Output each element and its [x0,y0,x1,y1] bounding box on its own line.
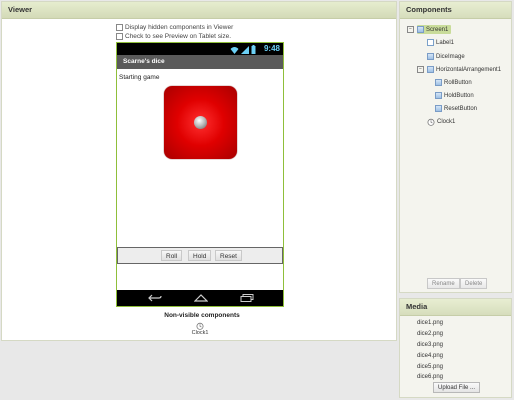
tree-label: DiceImage [436,53,465,60]
arrangement-icon [427,66,434,73]
tablet-preview-label: Check to see Preview on Tablet size. [125,33,232,40]
status-bar: 9:48 [117,43,283,55]
media-file[interactable]: dice5.png [417,364,443,370]
status-icons [230,45,256,54]
button-icon [435,92,442,99]
signal-icon [241,46,249,54]
media-file[interactable]: dice6.png [417,374,443,380]
tree-label: Screen1 [426,26,449,33]
tree-item-diceimage[interactable]: DiceImage [427,53,465,60]
tree-label: Clock1 [437,119,456,125]
dice-pip [194,116,207,129]
viewer-header: Viewer [2,2,396,19]
media-file[interactable]: dice3.png [417,342,443,348]
collapse-toggle-icon[interactable]: − [407,26,414,33]
tablet-preview-option[interactable]: Check to see Preview on Tablet size. [116,33,231,40]
tree-item-clock1[interactable]: Clock1 [427,118,455,126]
media-file[interactable]: dice1.png [417,320,443,326]
button-icon [435,105,442,112]
delete-button[interactable]: Delete [460,278,488,289]
non-visible-title: Non-visible components [164,312,240,319]
tree-item-holdbutton[interactable]: HoldButton [435,92,474,99]
tablet-preview-checkbox[interactable] [116,33,123,40]
reset-button[interactable]: Reset [215,250,242,261]
media-panel: Media dice1.png dice2.png dice3.png dice… [399,298,512,398]
tree-item-horizontalarrangement1[interactable]: − HorizontalArrangement1 [417,66,501,73]
tree-item-screen1[interactable]: − Screen1 [407,25,452,34]
tree-label: Label1 [436,39,455,46]
status-time: 9:48 [263,44,280,53]
nav-bar [117,290,283,306]
media-file[interactable]: dice4.png [417,353,443,359]
viewer-panel: Viewer Display hidden components in View… [1,1,397,341]
tree-label: ResetButton [444,105,478,112]
screen-icon [417,26,424,33]
upload-file-button[interactable]: Upload File ... [433,382,481,393]
tree-item-resetbutton[interactable]: ResetButton [435,105,477,112]
clock-icon [196,322,204,330]
image-icon [427,53,434,60]
non-visible-clock[interactable]: Clock1 [188,322,212,336]
back-icon[interactable] [148,294,162,302]
tree-item-rollbutton[interactable]: RollButton [435,79,472,86]
roll-button[interactable]: Roll [161,250,183,261]
horizontal-arrangement[interactable]: Roll Hold Reset [117,247,283,264]
tree-label: HoldButton [444,92,474,99]
dice-image[interactable] [164,86,237,159]
clock-icon [427,118,435,126]
hold-button[interactable]: Hold [188,250,212,261]
display-hidden-checkbox[interactable] [116,24,123,31]
media-file[interactable]: dice2.png [417,331,443,337]
display-hidden-option[interactable]: Display hidden components in Viewer [116,24,233,31]
phone-preview: 9:48 Scarne's dice Starting game Roll Ho… [116,42,284,307]
rename-button[interactable]: Rename [427,278,460,289]
wifi-icon [230,47,239,54]
components-header: Components [400,2,511,19]
media-header: Media [400,299,511,316]
clock-label: Clock1 [191,330,209,336]
tree-label: RollButton [444,79,472,86]
tree-item-label1[interactable]: Label1 [427,39,454,46]
collapse-toggle-icon[interactable]: − [417,66,424,73]
display-hidden-label: Display hidden components in Viewer [125,24,234,31]
tree-label: HorizontalArrangement1 [436,66,502,73]
label-icon [427,39,434,46]
home-icon[interactable] [194,294,208,302]
components-panel: Components − Screen1 Label1 DiceImage − … [399,1,512,293]
app-title-bar: Scarne's dice [117,55,283,69]
button-icon [435,79,442,86]
recent-apps-icon[interactable] [240,294,254,302]
battery-icon [251,45,256,54]
label1[interactable]: Starting game [119,74,159,81]
tree-selected: Screen1 [417,25,452,34]
